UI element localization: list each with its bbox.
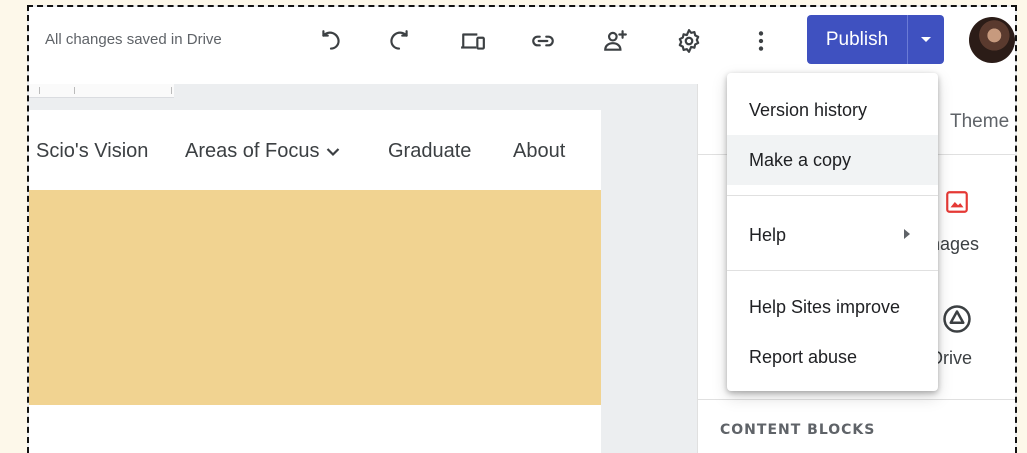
preview-icon[interactable] — [455, 23, 491, 59]
nav-item-graduate[interactable]: Graduate — [388, 140, 471, 163]
menu-separator — [727, 270, 938, 271]
menu-item-help-improve[interactable]: Help Sites improve — [727, 282, 938, 332]
publish-label: Publish — [807, 15, 908, 64]
panel-divider — [698, 399, 1015, 400]
link-icon[interactable] — [525, 23, 561, 59]
menu-item-help-label: Help — [749, 224, 787, 245]
tab-themes[interactable]: Theme — [950, 111, 1009, 133]
publish-dropdown-icon[interactable] — [908, 15, 944, 64]
settings-icon[interactable] — [671, 23, 707, 59]
chevron-down-icon — [326, 147, 339, 156]
redo-icon[interactable] — [381, 23, 417, 59]
images-icon[interactable] — [944, 189, 970, 220]
menu-item-report-abuse[interactable]: Report abuse — [727, 332, 938, 382]
content-blocks-heading: CONTENT BLOCKS — [720, 422, 876, 438]
drive-icon[interactable] — [942, 304, 972, 339]
menu-item-help[interactable]: Help — [727, 210, 938, 260]
save-status: All changes saved in Drive — [45, 31, 222, 48]
menu-item-version-history[interactable]: Version history — [727, 85, 938, 135]
site-page[interactable]: Scio's Vision Areas of Focus Graduate Ab… — [29, 110, 601, 453]
nav-item-areas-of-focus[interactable]: Areas of Focus — [185, 140, 340, 163]
publish-button[interactable]: Publish — [807, 15, 944, 64]
undo-icon[interactable] — [313, 23, 349, 59]
app-frame: All changes saved in Drive Publish Scio'… — [27, 5, 1017, 453]
avatar[interactable] — [969, 17, 1015, 63]
more-vert-icon[interactable] — [743, 23, 779, 59]
nav-item-label: Areas of Focus — [185, 140, 320, 162]
more-options-menu: Version history Make a copy Help Help Si… — [727, 73, 938, 391]
nav-item-about[interactable]: About — [513, 140, 565, 163]
nav-item-vision[interactable]: Scio's Vision — [36, 140, 148, 163]
menu-separator — [727, 195, 938, 196]
banner-section[interactable] — [29, 190, 601, 405]
share-icon[interactable] — [597, 23, 633, 59]
site-navigation: Scio's Vision Areas of Focus Graduate Ab… — [29, 110, 601, 190]
ruler — [29, 84, 174, 98]
menu-item-make-a-copy[interactable]: Make a copy — [727, 135, 938, 185]
submenu-arrow-icon — [904, 229, 910, 239]
